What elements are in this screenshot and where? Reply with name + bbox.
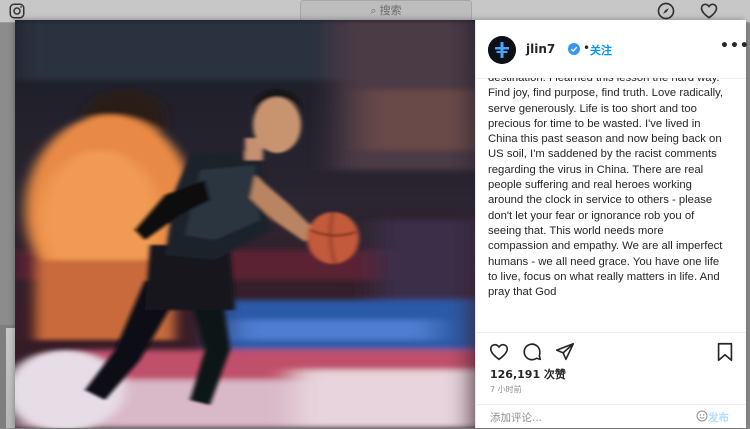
search-input[interactable]: ⌕ 搜索 — [300, 0, 472, 21]
caption-scroll-area[interactable]: destination. I learned this lesson the h… — [488, 78, 736, 338]
search-placeholder: 搜索 — [379, 4, 402, 17]
basketball-photo — [15, 20, 475, 428]
post-actions — [476, 332, 746, 369]
instagram-logo-icon[interactable] — [8, 2, 26, 20]
post-header: jlin7 • 关注 ••• — [476, 20, 749, 79]
verified-badge-icon — [568, 43, 580, 55]
post-timestamp[interactable]: 7 小时前 — [490, 384, 522, 395]
share-icon[interactable] — [554, 341, 576, 363]
like-heart-icon[interactable] — [488, 341, 510, 363]
post-photo[interactable] — [15, 20, 475, 428]
avatar[interactable] — [488, 36, 516, 64]
post-comment-button[interactable]: 发布 — [708, 410, 729, 425]
more-options-button[interactable]: ••• — [720, 38, 750, 54]
compass-icon[interactable] — [656, 1, 676, 21]
search-icon: ⌕ — [370, 4, 377, 17]
emoji-icon[interactable] — [696, 410, 708, 422]
comment-bar: 添加评论... 发布 — [476, 404, 746, 429]
comment-input[interactable]: 添加评论... — [490, 410, 542, 425]
post-side-panel: jlin7 • 关注 ••• destination. I learned th… — [475, 20, 749, 429]
like-count[interactable]: 126,191 次赞 — [490, 366, 566, 382]
comment-icon[interactable] — [521, 341, 543, 363]
post-modal: jlin7 • 关注 ••• destination. I learned th… — [15, 20, 749, 429]
heart-icon[interactable] — [699, 1, 719, 21]
bookmark-icon[interactable] — [714, 341, 736, 363]
post-caption: destination. I learned this lesson the h… — [488, 78, 724, 299]
username[interactable]: jlin7 — [526, 42, 555, 56]
follow-button[interactable]: 关注 — [590, 42, 612, 58]
